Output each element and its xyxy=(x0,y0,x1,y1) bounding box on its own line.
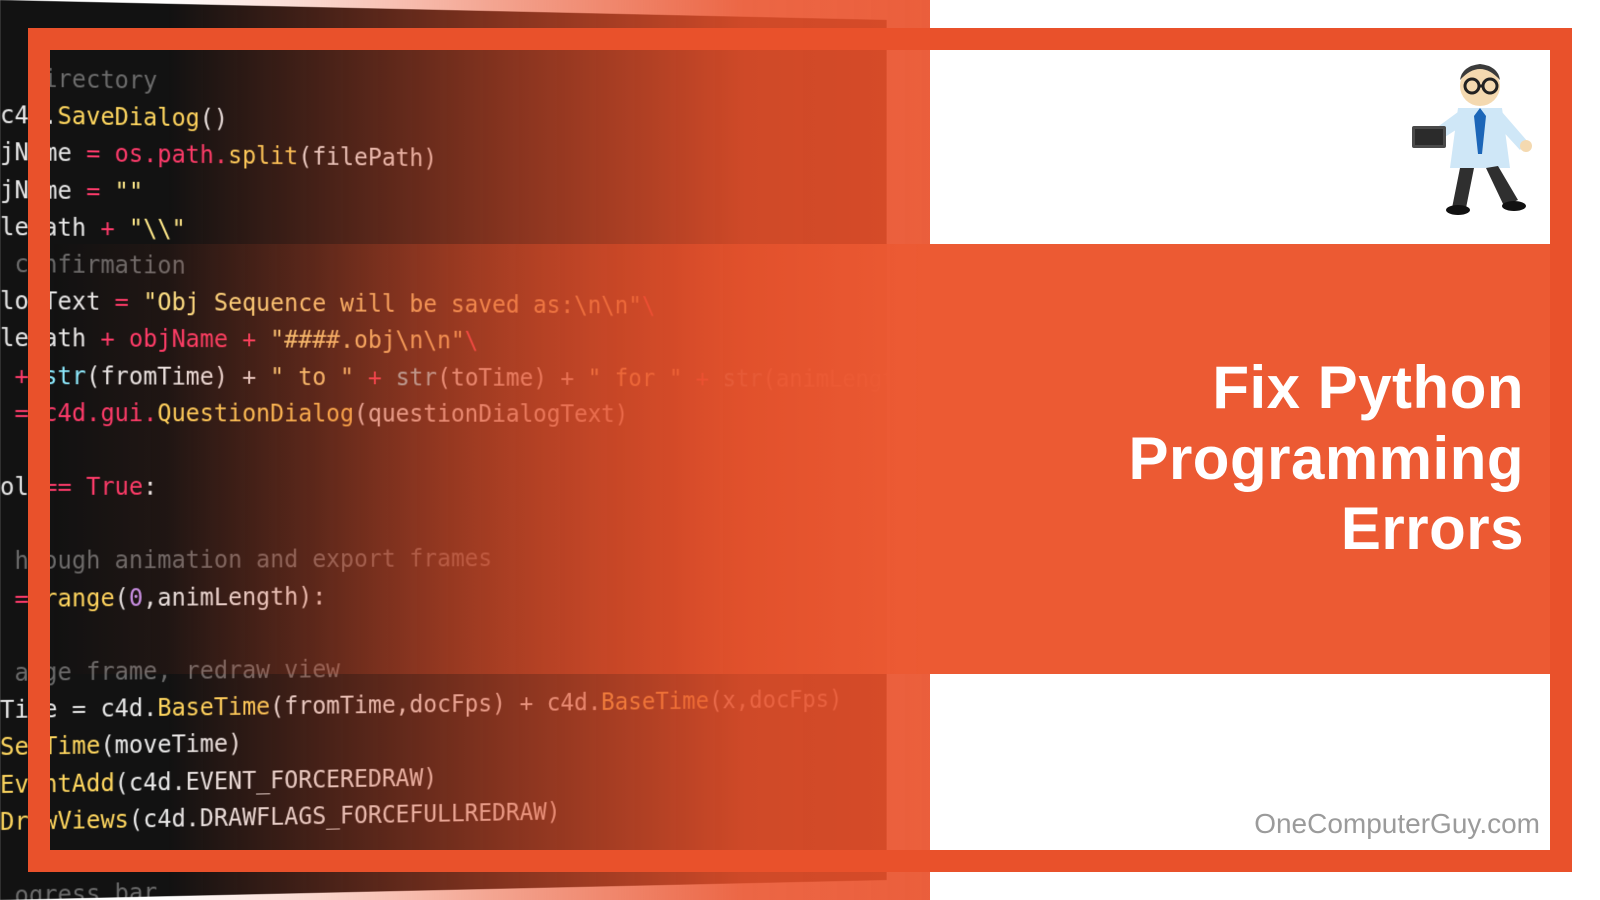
title-card: Fix Python Programming Errors xyxy=(930,244,1570,674)
mascot-icon xyxy=(1410,56,1540,216)
hero-graphic: directory c4d.SaveDialog() jName = os.pa… xyxy=(0,0,1600,900)
site-name: OneComputerGuy.com xyxy=(1254,808,1540,840)
hero-title: Fix Python Programming Errors xyxy=(930,353,1524,565)
code-background: directory c4d.SaveDialog() jName = os.pa… xyxy=(0,0,887,900)
